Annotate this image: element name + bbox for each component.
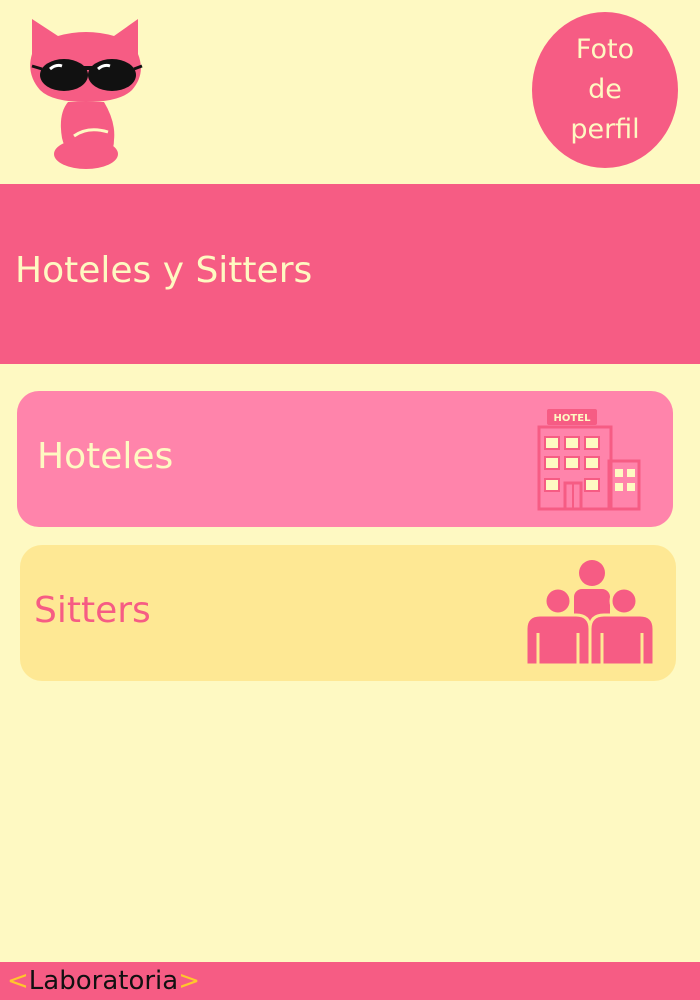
- brand-close-bracket: >: [178, 966, 200, 996]
- cat-logo: [22, 14, 152, 174]
- sitters-label: Sitters: [34, 590, 151, 631]
- laboratoria-logo[interactable]: < Laboratoria >: [7, 963, 200, 999]
- hotel-sign-text: HOTEL: [554, 413, 592, 424]
- footer-bar: < Laboratoria >: [0, 962, 700, 1000]
- hotel-building-icon: HOTEL: [537, 409, 641, 511]
- cat-with-sunglasses-icon: [30, 19, 143, 169]
- page-title: Hoteles y Sitters: [15, 250, 313, 291]
- sitters-card[interactable]: Sitters: [20, 545, 676, 681]
- people-group-icon: [524, 560, 656, 667]
- hotels-card[interactable]: Hoteles HOTEL: [17, 391, 673, 527]
- hotels-label: Hoteles: [37, 436, 174, 477]
- brand-open-bracket: <: [7, 966, 29, 996]
- profile-photo-button[interactable]: Foto de perfil: [532, 12, 678, 168]
- profile-photo-label: Foto de perfil: [570, 34, 640, 145]
- brand-name: Laboratoria: [28, 966, 179, 996]
